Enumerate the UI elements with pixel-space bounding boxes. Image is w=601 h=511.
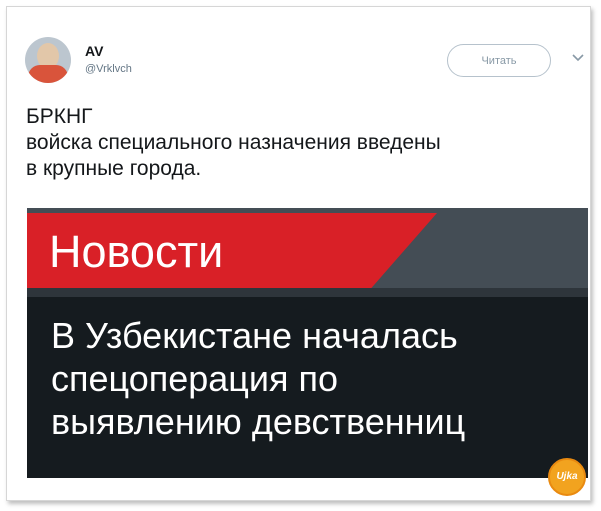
news-label: Новости — [49, 226, 224, 277]
headline-line: выявлению девственниц — [51, 401, 466, 442]
follow-button[interactable]: Читать — [447, 44, 551, 77]
avatar[interactable] — [25, 37, 71, 83]
avatar-shirt — [28, 65, 68, 83]
watermark-logo: Ujka — [548, 458, 586, 496]
user-name[interactable]: AV — [85, 43, 103, 59]
tweet-line: БРКНГ — [26, 105, 93, 128]
headline-line: В Узбекистане началась — [51, 315, 458, 356]
chevron-down-icon[interactable] — [572, 51, 584, 65]
tweet-media-image[interactable]: Новости В Узбекистане началась спецопера… — [27, 208, 588, 478]
tweet-text: БРКНГ войска специального назначения вве… — [26, 104, 586, 182]
news-headline: В Узбекистане началась спецоперация по в… — [51, 314, 581, 443]
user-handle[interactable]: @Vrklvch — [85, 63, 132, 75]
tweet-line: в крупные города. — [26, 157, 202, 180]
tweet-line: войска специального назначения введены — [26, 131, 441, 154]
watermark-text: Ujka — [556, 471, 578, 482]
news-divider — [27, 288, 588, 297]
headline-line: спецоперация по — [51, 358, 339, 399]
tweet-card: AV @Vrklvch Читать БРКНГ войска специаль… — [6, 6, 591, 501]
